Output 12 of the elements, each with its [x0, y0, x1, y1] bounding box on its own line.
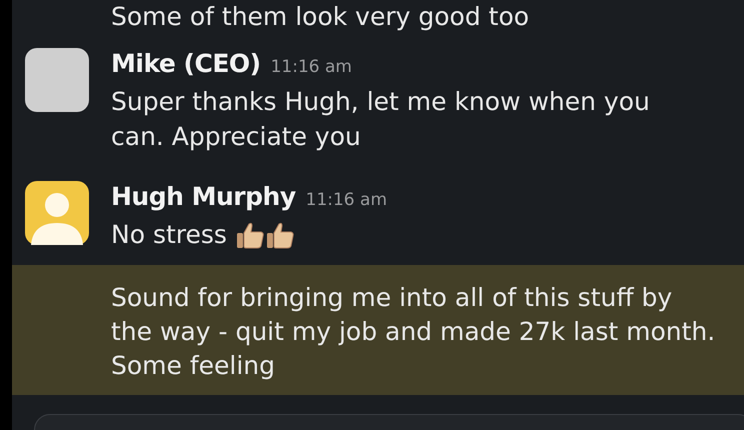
- message-text: No stress: [111, 219, 227, 251]
- thumbs-up-icon: [234, 220, 265, 248]
- message-text: Sound for bringing me into all of this stuff by the way - quit my job and made 27k last month. Some feeling: [111, 282, 716, 382]
- author-name[interactable]: Mike (CEO): [111, 46, 261, 82]
- avatar-photo-placeholder[interactable]: [25, 48, 89, 112]
- message-text: Super thanks Hugh, let me know when you can. Appreciate you: [111, 86, 651, 153]
- default-avatar-icon[interactable]: [25, 181, 89, 245]
- thumbs-up-icon: [264, 220, 295, 248]
- author-name[interactable]: Hugh Murphy: [111, 179, 296, 215]
- message-text: Some of them look very good too: [111, 1, 530, 33]
- timestamp[interactable]: 11:16 am: [270, 55, 352, 80]
- timestamp[interactable]: 11:16 am: [306, 188, 387, 214]
